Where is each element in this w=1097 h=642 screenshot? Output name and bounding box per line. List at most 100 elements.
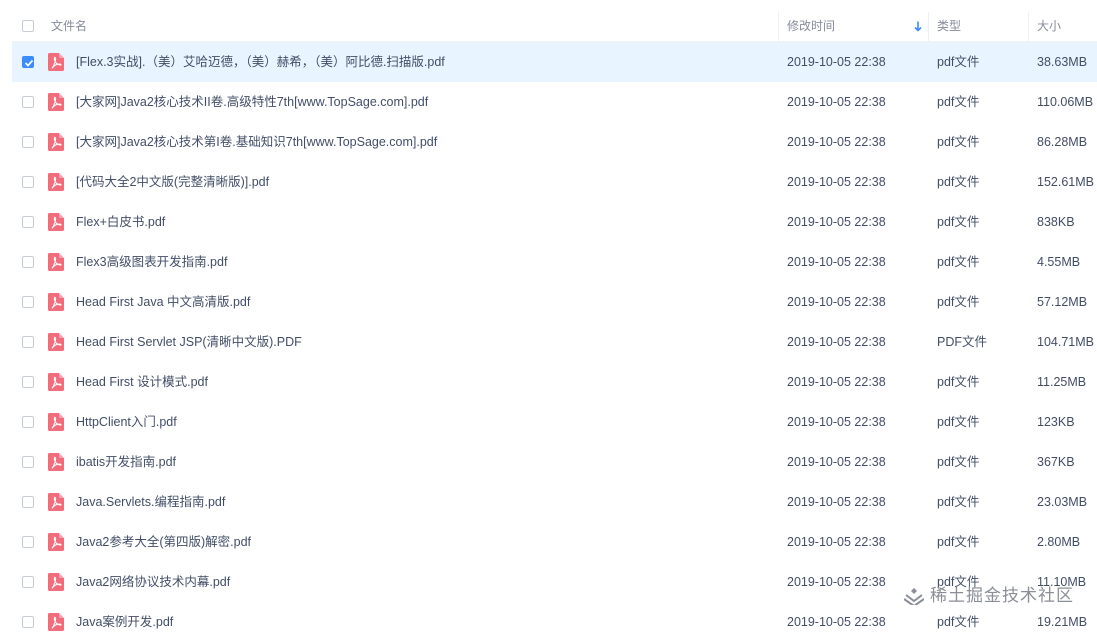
file-name[interactable]: Java.Servlets.编程指南.pdf	[76, 482, 225, 522]
pdf-file-icon	[48, 493, 64, 511]
pdf-file-icon	[48, 373, 64, 391]
file-size: 19.21MB	[1037, 615, 1088, 629]
file-name[interactable]: Flex3高级图表开发指南.pdf	[76, 242, 227, 282]
row-checkbox[interactable]	[22, 456, 34, 468]
pdf-file-icon	[48, 413, 64, 431]
file-size: 23.03MB	[1037, 495, 1088, 509]
pdf-file-icon	[48, 253, 64, 271]
modified-time: 2019-10-05 22:38	[787, 575, 886, 589]
column-divider[interactable]	[1028, 12, 1029, 41]
file-type: PDF文件	[937, 335, 988, 349]
file-row[interactable]: Head First 设计模式.pdf 2019-10-05 22:38 pdf文件…	[12, 362, 1097, 402]
file-name[interactable]: [大家网]Java2核心技术II卷.高级特性7th[www.TopSage.co…	[76, 82, 428, 122]
row-checkbox[interactable]	[22, 336, 34, 348]
file-name[interactable]: [Flex.3实战].（美）艾哈迈德，（美）赫希，（美）阿比德.扫描版.pdf	[76, 42, 445, 82]
column-header-modified[interactable]: 修改时间	[787, 12, 835, 41]
row-checkbox[interactable]	[22, 256, 34, 268]
file-name[interactable]: Java案例开发.pdf	[76, 602, 173, 642]
modified-time: 2019-10-05 22:38	[787, 135, 886, 149]
file-name[interactable]: [代码大全2中文版(完整清晰版)].pdf	[76, 162, 269, 202]
file-size: 367KB	[1037, 455, 1075, 469]
file-name[interactable]: Head First Servlet JSP(清晰中文版).PDF	[76, 322, 302, 362]
row-checkbox[interactable]	[22, 536, 34, 548]
file-row[interactable]: Flex3高级图表开发指南.pdf 2019-10-05 22:38 pdf文件 4.…	[12, 242, 1097, 282]
modified-time: 2019-10-05 22:38	[787, 535, 886, 549]
file-size: 110.06MB	[1037, 95, 1094, 109]
modified-time: 2019-10-05 22:38	[787, 55, 886, 69]
pdf-file-icon	[48, 573, 64, 591]
file-row[interactable]: Head First Java 中文高清版.pdf 2019-10-05 22:3…	[12, 282, 1097, 322]
modified-time: 2019-10-05 22:38	[787, 95, 886, 109]
checkmark-icon	[24, 59, 34, 67]
file-size: 838KB	[1037, 215, 1075, 229]
column-divider[interactable]	[778, 12, 779, 41]
file-name[interactable]: Head First 设计模式.pdf	[76, 362, 208, 402]
file-row[interactable]: Java.Servlets.编程指南.pdf 2019-10-05 22:38 pd…	[12, 482, 1097, 522]
column-divider[interactable]	[928, 12, 929, 41]
file-name[interactable]: [大家网]Java2核心技术第I卷.基础知识7th[www.TopSage.co…	[76, 122, 437, 162]
row-checkbox[interactable]	[22, 296, 34, 308]
file-row[interactable]: [大家网]Java2核心技术第I卷.基础知识7th[www.TopSage.co…	[12, 122, 1097, 162]
row-checkbox[interactable]	[22, 96, 34, 108]
pdf-file-icon	[48, 293, 64, 311]
sort-down-arrow-icon[interactable]	[914, 21, 922, 32]
modified-time: 2019-10-05 22:38	[787, 375, 886, 389]
file-name[interactable]: HttpClient入门.pdf	[76, 402, 177, 442]
file-row[interactable]: Java2参考大全(第四版)解密.pdf 2019-10-05 22:38 pdf文…	[12, 522, 1097, 562]
row-checkbox[interactable]	[22, 416, 34, 428]
file-row[interactable]: [大家网]Java2核心技术II卷.高级特性7th[www.TopSage.co…	[12, 82, 1097, 122]
watermark-text: 稀土掘金技术社区	[930, 586, 1074, 605]
file-name[interactable]: Java2参考大全(第四版)解密.pdf	[76, 522, 251, 562]
file-size: 86.28MB	[1037, 135, 1088, 149]
file-list: [Flex.3实战].（美）艾哈迈德，（美）赫希，（美）阿比德.扫描版.pdf 2…	[12, 42, 1097, 642]
column-header-name[interactable]: 文件名	[51, 12, 87, 41]
file-size: 4.55MB	[1037, 255, 1081, 269]
pdf-file-icon	[48, 173, 64, 191]
file-row[interactable]: Head First Servlet JSP(清晰中文版).PDF 2019-10…	[12, 322, 1097, 362]
pdf-file-icon	[48, 613, 64, 631]
row-checkbox[interactable]	[22, 376, 34, 388]
file-row[interactable]: [代码大全2中文版(完整清晰版)].pdf 2019-10-05 22:38 pdf…	[12, 162, 1097, 202]
file-type: pdf文件	[937, 215, 980, 229]
file-row[interactable]: ibatis开发指南.pdf 2019-10-05 22:38 pdf文件 367KB	[12, 442, 1097, 482]
file-name[interactable]: Flex+白皮书.pdf	[76, 202, 165, 242]
file-type: pdf文件	[937, 495, 980, 509]
file-row[interactable]: Flex+白皮书.pdf 2019-10-05 22:38 pdf文件 838KB	[12, 202, 1097, 242]
file-name[interactable]: Java2网络协议技术内幕.pdf	[76, 562, 230, 602]
modified-time: 2019-10-05 22:38	[787, 255, 886, 269]
pdf-file-icon	[48, 213, 64, 231]
select-all-checkbox[interactable]	[22, 20, 34, 32]
file-name[interactable]: Head First Java 中文高清版.pdf	[76, 282, 250, 322]
pdf-file-icon	[48, 333, 64, 351]
file-row[interactable]: [Flex.3实战].（美）艾哈迈德，（美）赫希，（美）阿比德.扫描版.pdf 2…	[12, 42, 1097, 82]
file-size: 152.61MB	[1037, 175, 1094, 189]
row-checkbox[interactable]	[22, 56, 34, 68]
row-checkbox[interactable]	[22, 496, 34, 508]
file-type: pdf文件	[937, 175, 980, 189]
row-checkbox[interactable]	[22, 216, 34, 228]
file-size: 11.25MB	[1037, 375, 1087, 389]
pdf-file-icon	[48, 133, 64, 151]
pdf-file-icon	[48, 53, 64, 71]
modified-time: 2019-10-05 22:38	[787, 215, 886, 229]
file-row[interactable]: HttpClient入门.pdf 2019-10-05 22:38 pdf文件 123…	[12, 402, 1097, 442]
file-name[interactable]: ibatis开发指南.pdf	[76, 442, 176, 482]
modified-time: 2019-10-05 22:38	[787, 495, 886, 509]
file-size: 2.80MB	[1037, 535, 1081, 549]
file-type: pdf文件	[937, 455, 980, 469]
row-checkbox[interactable]	[22, 176, 34, 188]
file-size: 104.71MB	[1037, 335, 1094, 349]
file-type: pdf文件	[937, 135, 980, 149]
row-checkbox[interactable]	[22, 616, 34, 628]
file-type: pdf文件	[937, 535, 980, 549]
row-checkbox[interactable]	[22, 136, 34, 148]
column-header-type[interactable]: 类型	[937, 12, 961, 41]
row-checkbox[interactable]	[22, 576, 34, 588]
modified-time: 2019-10-05 22:38	[787, 295, 886, 309]
column-header-size[interactable]: 大小	[1037, 12, 1061, 41]
file-row[interactable]: Java案例开发.pdf 2019-10-05 22:38 pdf文件 19.21MB	[12, 602, 1097, 642]
modified-time: 2019-10-05 22:38	[787, 175, 886, 189]
modified-time: 2019-10-05 22:38	[787, 415, 886, 429]
file-type: pdf文件	[937, 295, 980, 309]
file-type: pdf文件	[937, 375, 980, 389]
